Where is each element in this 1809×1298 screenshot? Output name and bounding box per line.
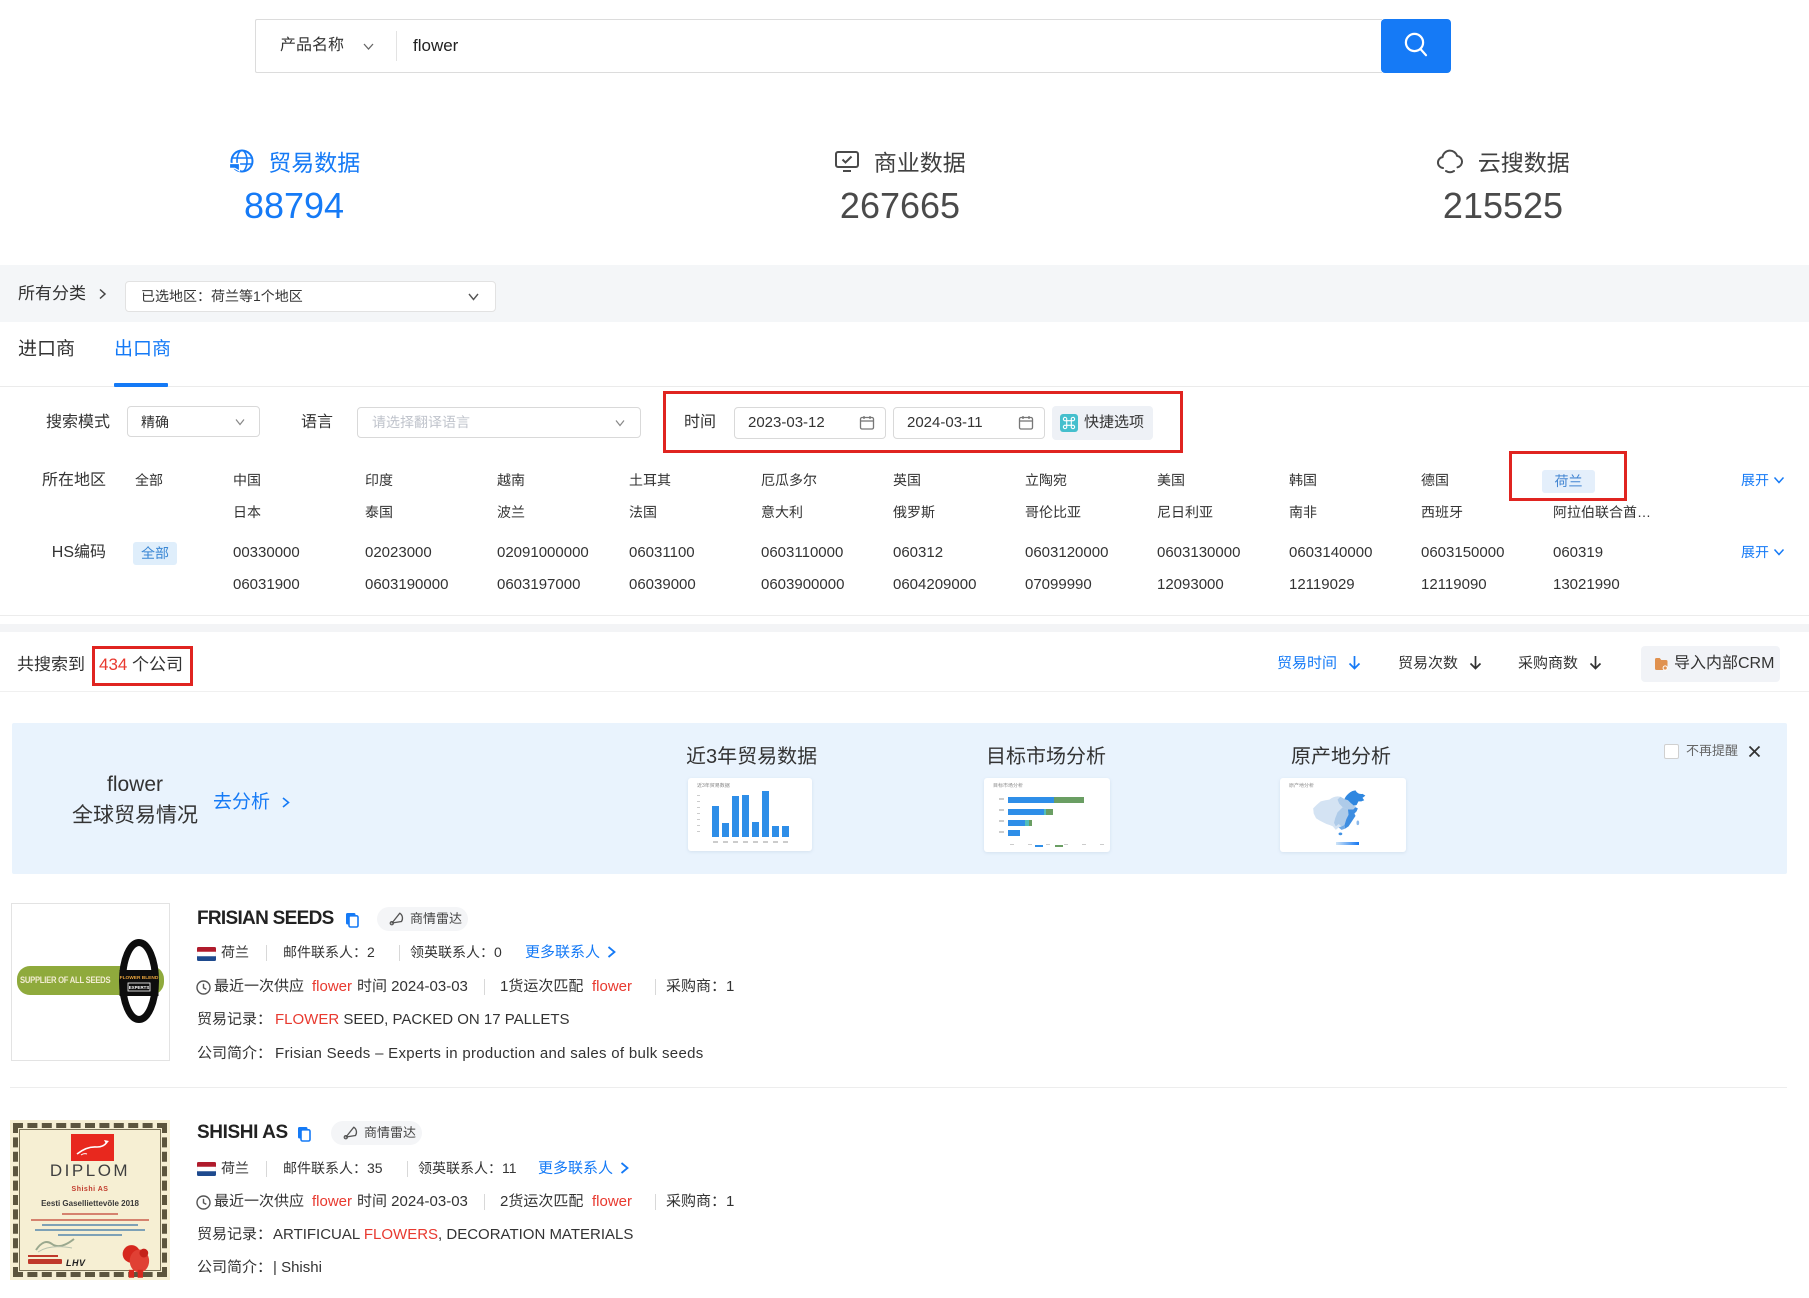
svg-text:EXPERTS: EXPERTS	[129, 985, 150, 990]
svg-text:FLOWER BLEND: FLOWER BLEND	[120, 975, 159, 981]
